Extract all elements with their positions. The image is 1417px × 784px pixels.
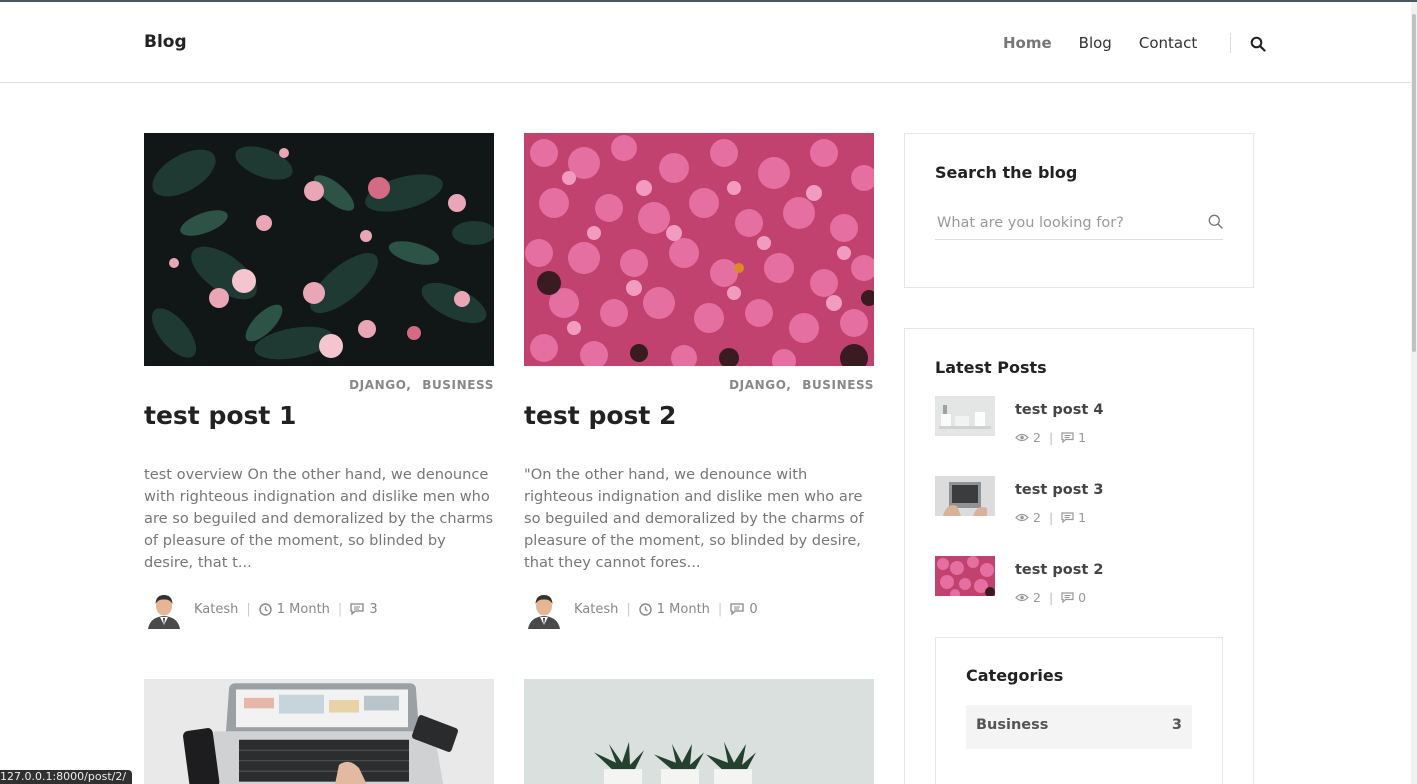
comment-icon — [1061, 592, 1074, 603]
eye-icon — [1015, 433, 1029, 442]
comment-icon — [1061, 512, 1074, 523]
clock-icon — [639, 602, 652, 616]
comment-icon — [1061, 432, 1074, 443]
latest-post-meta: 2 | 1 — [1015, 510, 1086, 525]
post-thumbnail[interactable] — [524, 679, 874, 784]
latest-post-meta: 2 | 1 — [1015, 430, 1086, 445]
post-comments: 3 — [350, 602, 378, 617]
post-categories: DJANGO, BUSINESS — [729, 378, 874, 392]
nav-contact[interactable]: Contact — [1139, 34, 1197, 52]
category-link[interactable]: BUSINESS — [802, 378, 874, 392]
widget-title: Search the blog — [935, 163, 1078, 182]
post-thumbnail[interactable] — [144, 133, 494, 366]
latest-post-thumbnail[interactable] — [935, 556, 995, 596]
post-comments: 0 — [730, 602, 758, 617]
page-scrollbar[interactable] — [1411, 2, 1417, 784]
post-excerpt: test overview On the other hand, we deno… — [144, 466, 494, 571]
comment-icon — [730, 603, 744, 615]
main-nav: Home Blog Contact — [1003, 33, 1266, 53]
nav-home[interactable]: Home — [1003, 34, 1052, 52]
clock-icon — [259, 602, 272, 616]
search-widget: Search the blog — [904, 133, 1254, 288]
post-thumbnail[interactable] — [524, 133, 874, 366]
latest-posts-widget: Latest Posts test post 4 2 | 1 test post… — [904, 328, 1254, 784]
latest-post-title[interactable]: test post 4 — [1015, 402, 1103, 418]
post-meta: Katesh | 1 Month | 0 — [524, 589, 758, 629]
post-excerpt: "On the other hand, we denounce with rig… — [524, 466, 864, 571]
widget-title: Latest Posts — [935, 358, 1047, 377]
browser-status-bar: 127.0.0.1:8000/post/2/ — [0, 770, 133, 784]
author-avatar — [144, 589, 184, 629]
author-avatar — [524, 589, 564, 629]
category-link[interactable]: DJANGO — [729, 378, 786, 392]
latest-post-meta: 2 | 0 — [1015, 590, 1086, 605]
eye-icon — [1015, 593, 1029, 602]
category-count: 3 — [1171, 717, 1182, 733]
categories-widget: Categories Business 3 — [935, 637, 1223, 784]
post-time: 1 Month — [639, 602, 710, 617]
blog-search-input[interactable] — [935, 206, 1223, 240]
eye-icon — [1015, 513, 1029, 522]
latest-post-title[interactable]: test post 2 — [1015, 562, 1103, 578]
comment-icon — [350, 603, 364, 615]
latest-post-title[interactable]: test post 3 — [1015, 482, 1103, 498]
latest-post-thumbnail[interactable] — [935, 476, 995, 516]
post-card: DJANGO, BUSINESS test post 1 test overvi… — [144, 133, 494, 633]
post-card: DJANGO, BUSINESS test post 2 "On the oth… — [524, 133, 874, 633]
latest-post-thumbnail[interactable] — [935, 396, 995, 436]
nav-divider — [1230, 33, 1232, 53]
post-author[interactable]: Katesh — [194, 602, 238, 617]
nav-blog[interactable]: Blog — [1079, 34, 1112, 52]
post-title[interactable]: test post 1 — [144, 401, 296, 430]
brand-logo[interactable]: Blog — [144, 32, 187, 52]
post-time: 1 Month — [259, 602, 330, 617]
search-icon[interactable] — [1250, 36, 1266, 52]
latest-post-item[interactable]: test post 3 2 | 1 — [935, 476, 1225, 525]
post-author[interactable]: Katesh — [574, 602, 618, 617]
scrollbar-thumb[interactable] — [1412, 14, 1416, 352]
category-item[interactable]: Business 3 — [966, 705, 1192, 749]
site-header: Blog Home Blog Contact — [0, 2, 1411, 83]
latest-post-item[interactable]: test post 4 2 | 1 — [935, 396, 1225, 445]
post-thumbnail[interactable] — [144, 679, 494, 784]
latest-post-item[interactable]: test post 2 2 | 0 — [935, 556, 1225, 605]
search-icon[interactable] — [1208, 214, 1223, 229]
post-title[interactable]: test post 2 — [524, 401, 676, 430]
category-link[interactable]: BUSINESS — [422, 378, 494, 392]
category-link[interactable]: DJANGO — [349, 378, 406, 392]
widget-title: Categories — [966, 666, 1064, 685]
category-name[interactable]: Business — [976, 717, 1048, 733]
post-meta: Katesh | 1 Month | 3 — [144, 589, 378, 629]
post-categories: DJANGO, BUSINESS — [349, 378, 494, 392]
